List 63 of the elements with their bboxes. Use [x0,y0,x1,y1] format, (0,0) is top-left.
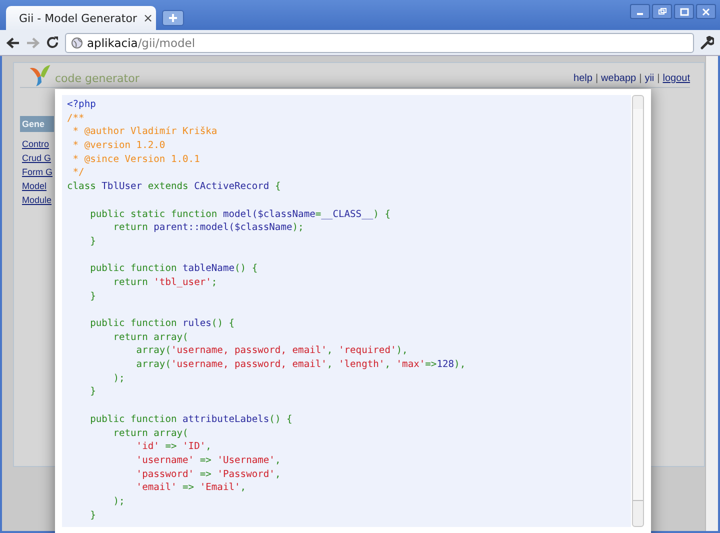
code-line: 'email' => 'Email', [135,482,246,494]
sidebar-link[interactable]: Contro [20,139,54,149]
sidebar-link[interactable]: Model [20,181,54,191]
sidebar-heading: Gene [20,116,54,132]
code-line: /** [67,112,84,124]
maximize-icon [680,8,688,16]
logo-icon [28,65,52,87]
scrollbar[interactable] [632,95,644,527]
link-separator: | [595,73,598,84]
header-link[interactable]: help [574,73,592,84]
code-line: 'username' => 'Username', [135,454,281,466]
new-tab-button[interactable] [162,10,184,26]
code-line: */ [72,167,84,178]
sidebar-link[interactable]: Module [20,195,54,205]
code-line: return array( [112,332,188,343]
logo-text: code generator [55,72,140,85]
code-line: public function attributeLabels() { [89,414,292,425]
url-path: /gii/model [138,36,196,50]
code-line: public static function model($className=__CLASS__) { [89,208,390,220]
code-line: 'password' => 'Password', [135,468,281,480]
close-window-button[interactable] [696,4,716,19]
code-line: return array( [112,428,188,438]
header-link[interactable]: logout [662,73,690,84]
header-link[interactable]: yii [644,73,654,84]
code-line: ); [112,372,125,384]
code-line: * @version 1.2.0 [72,140,166,152]
restore-icon [658,8,666,16]
plus-icon [169,14,177,22]
restore-button[interactable] [652,4,672,19]
code-line: } [89,386,96,398]
reload-icon[interactable] [46,36,59,49]
code-line: class TblUser extends CActiveRecord { [67,181,281,192]
close-tab-button[interactable]: × [142,12,154,24]
tab-title: Gii - Model Generator [19,12,137,24]
back-icon[interactable] [6,36,20,48]
code-line: } [89,510,96,521]
link-separator: | [639,73,642,84]
code-line: 'id' => 'ID', [135,441,212,452]
url-host: aplikacia [87,36,138,50]
header-link[interactable]: webapp [601,73,636,84]
code-line: public function tableName() { [89,263,258,274]
address-bar[interactable]: aplikacia/gii/model [65,32,694,52]
wrench-icon[interactable] [700,36,714,50]
code-line: } [89,290,96,302]
code-line: ); [112,496,125,507]
maximize-button[interactable] [674,4,694,19]
code-line: <?php [67,99,96,110]
code-line: * @since Version 1.0.1 [72,154,200,165]
sidebar-link[interactable]: Form G [20,167,54,177]
code-line: array('username, password, email', 'length', 'max'=>128), [135,359,466,370]
code-line: public function rules() { [89,318,235,329]
code-line: * @author Vladimír Kriška [72,126,218,138]
browser-tab[interactable]: Gii - Model Generator × [6,6,156,30]
code-line: return parent::model($className); [112,222,304,234]
page-scrollbar[interactable] [705,56,718,531]
code-line: } [89,236,96,247]
close-icon [702,8,710,16]
link-separator: | [657,73,660,84]
sidebar-link[interactable]: Crud G [20,153,54,163]
globe-icon [71,36,83,48]
code-line: return 'tbl_user'; [112,276,218,288]
code-line: array('username, password, email', 'required'), [135,345,408,356]
minimize-button[interactable] [630,4,650,19]
